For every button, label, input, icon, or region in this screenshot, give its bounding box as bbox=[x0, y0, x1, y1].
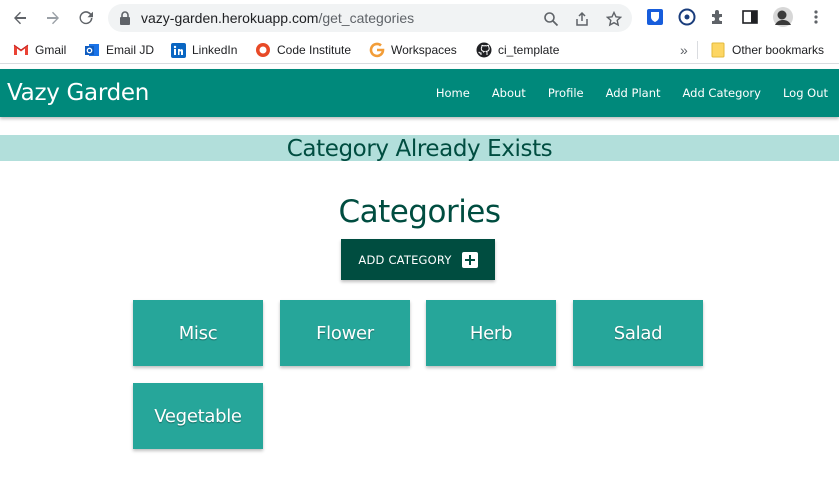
add-category-button-label: ADD CATEGORY bbox=[358, 252, 452, 267]
category-card-misc[interactable]: Misc bbox=[133, 300, 263, 366]
site-navbar: Vazy Garden Home About Profile Add Plant… bbox=[0, 69, 839, 117]
category-card-herb[interactable]: Herb bbox=[426, 300, 556, 366]
nav-profile[interactable]: Profile bbox=[537, 69, 595, 117]
gmail-icon bbox=[13, 42, 29, 58]
avatar[interactable] bbox=[773, 7, 793, 27]
bookmark-workspaces[interactable]: Workspaces bbox=[369, 41, 457, 59]
linkedin-icon bbox=[170, 42, 186, 58]
category-label: Herb bbox=[469, 322, 513, 344]
workspaces-icon bbox=[369, 42, 385, 58]
share-icon[interactable] bbox=[573, 10, 591, 28]
bookmark-linkedin[interactable]: LinkedIn bbox=[170, 41, 237, 59]
bookmarks-overflow-icon[interactable]: » bbox=[680, 41, 688, 59]
nav-add-category[interactable]: Add Category bbox=[672, 69, 772, 117]
github-icon bbox=[476, 42, 492, 58]
back-icon[interactable] bbox=[8, 6, 32, 30]
forward-icon[interactable] bbox=[41, 6, 65, 30]
category-label: Misc bbox=[178, 322, 218, 344]
bookmarks-divider bbox=[697, 41, 698, 59]
nav-links: Home About Profile Add Plant Add Categor… bbox=[425, 69, 839, 117]
url-text: vazy-garden.herokuapp.com/get_categories bbox=[141, 10, 415, 26]
nav-add-plant[interactable]: Add Plant bbox=[595, 69, 672, 117]
bookmark-code-institute[interactable]: Code Institute bbox=[255, 41, 351, 59]
side-panel-icon[interactable] bbox=[740, 7, 760, 27]
bookmark-other-bookmarks[interactable]: Other bookmarks bbox=[710, 41, 824, 59]
add-category-button[interactable]: ADD CATEGORY bbox=[341, 239, 495, 280]
bookmark-star-icon[interactable] bbox=[605, 10, 623, 28]
category-card-salad[interactable]: Salad bbox=[573, 300, 703, 366]
flash-message-text: Category Already Exists bbox=[286, 136, 553, 162]
reload-icon[interactable] bbox=[74, 6, 98, 30]
brand-logo[interactable]: Vazy Garden bbox=[7, 80, 149, 106]
plus-square-icon bbox=[461, 251, 478, 268]
category-label: Flower bbox=[316, 322, 374, 344]
extensions-puzzle-icon[interactable] bbox=[708, 7, 728, 27]
bookmark-email-jd[interactable]: Email JD bbox=[84, 41, 154, 59]
address-bar[interactable]: vazy-garden.herokuapp.com/get_categories bbox=[108, 4, 632, 32]
kebab-menu-icon[interactable] bbox=[806, 7, 826, 27]
category-card-flower[interactable]: Flower bbox=[280, 300, 410, 366]
folder-icon bbox=[710, 42, 726, 58]
bookmarks-bar: Gmail Email JD LinkedIn Code Institute W… bbox=[0, 36, 839, 64]
nav-log-out[interactable]: Log Out bbox=[772, 69, 839, 117]
bookmark-gmail[interactable]: Gmail bbox=[13, 41, 66, 59]
flash-message: Category Already Exists bbox=[0, 135, 839, 162]
nav-home[interactable]: Home bbox=[425, 69, 481, 117]
category-card-vegetable[interactable]: Vegetable bbox=[133, 383, 263, 449]
code-institute-icon bbox=[255, 42, 271, 58]
category-label: Salad bbox=[613, 322, 663, 344]
grammar-extension-icon[interactable] bbox=[677, 7, 697, 27]
bitwarden-icon[interactable] bbox=[645, 7, 665, 27]
zoom-icon[interactable] bbox=[542, 10, 560, 28]
nav-about[interactable]: About bbox=[481, 69, 537, 117]
bookmark-ci-template[interactable]: ci_template bbox=[476, 41, 559, 59]
lock-icon[interactable] bbox=[118, 10, 132, 31]
category-label: Vegetable bbox=[154, 405, 242, 427]
outlook-icon bbox=[84, 42, 100, 58]
page-title: Categories bbox=[338, 194, 501, 230]
browser-toolbar: vazy-garden.herokuapp.com/get_categories bbox=[0, 0, 839, 36]
